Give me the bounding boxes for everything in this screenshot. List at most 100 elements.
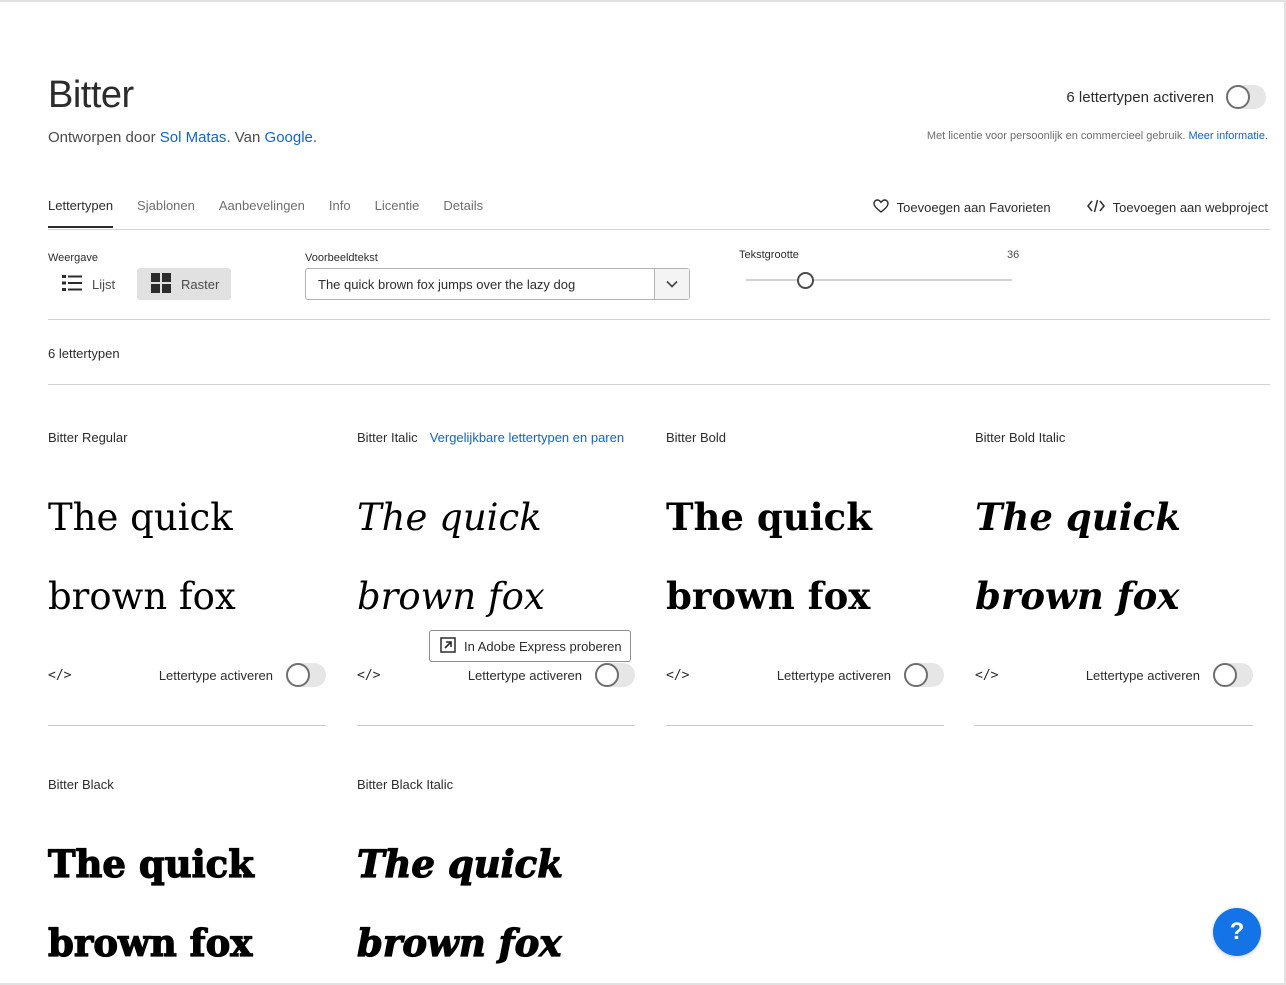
font-card-bitter-bold-italic: Bitter Bold Italic The quick brown fox <… bbox=[975, 430, 1253, 726]
help-button[interactable]: ? bbox=[1213, 908, 1261, 956]
tab-actions: Toevoegen aan Favorieten Toevoegen aan w… bbox=[872, 199, 1268, 216]
grid-icon bbox=[151, 272, 171, 296]
card-divider bbox=[666, 725, 944, 726]
font-specimen: The quick brown fox bbox=[666, 478, 944, 636]
similar-fonts-link[interactable]: Vergelijkbare lettertypen en paren bbox=[430, 430, 624, 445]
font-specimen: The quick brown fox bbox=[357, 478, 635, 636]
card-divider bbox=[48, 725, 326, 726]
add-favorites-label: Toevoegen aan Favorieten bbox=[896, 200, 1051, 215]
font-card-bitter-black: Bitter Black The quick brown fox bbox=[47, 777, 326, 983]
specimen-line-2: brown fox bbox=[356, 920, 562, 965]
list-icon bbox=[62, 274, 82, 295]
add-favorites-button[interactable]: Toevoegen aan Favorieten bbox=[872, 199, 1051, 216]
try-adobe-express-label: In Adobe Express proberen bbox=[464, 638, 622, 654]
view-label: Weergave bbox=[48, 252, 98, 264]
try-adobe-express-button[interactable]: In Adobe Express proberen bbox=[429, 630, 631, 662]
chevron-down-icon[interactable] bbox=[654, 269, 689, 299]
toggle-knob bbox=[286, 663, 310, 687]
font-count: 6 lettertypen bbox=[48, 346, 120, 361]
font-name: Bitter Italic bbox=[357, 430, 418, 445]
specimen-line-2: brown fox bbox=[975, 574, 1180, 618]
card-footer: </> Lettertype activeren bbox=[357, 662, 635, 688]
tab-aanbevelingen[interactable]: Aanbevelingen bbox=[219, 198, 305, 225]
activate-all-label: 6 lettertypen activeren bbox=[1066, 88, 1214, 106]
font-specimen: The quick brown fox bbox=[48, 478, 326, 636]
code-icon bbox=[1086, 199, 1105, 216]
card-divider bbox=[975, 725, 1253, 726]
activate-font-label: Lettertype activeren bbox=[158, 667, 273, 683]
card-footer: </> Lettertype activeren bbox=[975, 662, 1253, 688]
text-size-slider-track[interactable] bbox=[746, 279, 1012, 281]
byline-end: . bbox=[312, 129, 318, 146]
view-grid-button[interactable]: Raster bbox=[137, 268, 231, 300]
activate-font-control: Lettertype activeren bbox=[159, 663, 326, 687]
specimen-line-2: brown fox bbox=[357, 575, 545, 618]
text-size-label: Tekstgrootte bbox=[739, 249, 799, 261]
specimen-line-2: brown fox bbox=[47, 920, 253, 965]
designer-link[interactable]: Sol Matas bbox=[160, 129, 227, 146]
sample-text-select[interactable]: The quick brown fox jumps over the lazy … bbox=[305, 268, 690, 300]
embed-code-icon[interactable]: </> bbox=[975, 668, 998, 683]
specimen-line-1: The quick bbox=[356, 841, 563, 886]
page-title: Bitter bbox=[48, 74, 134, 116]
sample-text-value: The quick brown fox jumps over the lazy … bbox=[318, 276, 576, 292]
specimen-line-2: brown fox bbox=[48, 575, 236, 618]
font-card-bitter-black-italic: Bitter Black Italic The quick brown fox bbox=[356, 777, 635, 983]
embed-code-icon[interactable]: </> bbox=[357, 668, 380, 683]
activate-font-toggle[interactable] bbox=[1213, 663, 1253, 687]
add-webproject-label: Toevoegen aan webproject bbox=[1112, 200, 1268, 215]
tab-sjablonen[interactable]: Sjablonen bbox=[137, 198, 195, 225]
tab-info[interactable]: Info bbox=[329, 198, 351, 225]
card-footer: </> Lettertype activeren bbox=[48, 662, 326, 688]
font-specimen: The quick brown fox bbox=[975, 478, 1253, 636]
font-name: Bitter Bold Italic bbox=[975, 430, 1066, 445]
foundry-link[interactable]: Google bbox=[265, 129, 313, 146]
embed-code-icon[interactable]: </> bbox=[666, 668, 689, 683]
controls-divider bbox=[48, 319, 1270, 320]
specimen-line-1: The quick bbox=[47, 841, 254, 886]
activate-font-toggle[interactable] bbox=[595, 663, 635, 687]
activate-font-control: Lettertype activeren bbox=[1086, 663, 1253, 687]
activate-font-control: Lettertype activeren bbox=[777, 663, 944, 687]
toggle-knob bbox=[904, 663, 928, 687]
view-grid-label: Raster bbox=[181, 276, 220, 292]
add-webproject-button[interactable]: Toevoegen aan webproject bbox=[1086, 199, 1268, 216]
font-card-bitter-italic: Bitter Italic Vergelijkbare lettertypen e… bbox=[357, 430, 635, 726]
embed-code-icon[interactable]: </> bbox=[48, 668, 71, 683]
text-size-value: 36 bbox=[1007, 249, 1020, 261]
view-list-button[interactable]: Lijst bbox=[48, 268, 129, 300]
count-divider bbox=[48, 384, 1270, 385]
font-name: Bitter Bold bbox=[666, 430, 726, 445]
activate-font-toggle[interactable] bbox=[904, 663, 944, 687]
activate-font-label: Lettertype activeren bbox=[776, 667, 891, 683]
tab-licentie[interactable]: Licentie bbox=[375, 198, 420, 225]
tab-bar: Lettertypen Sjablonen Aanbevelingen Info… bbox=[48, 198, 507, 228]
tab-details[interactable]: Details bbox=[443, 198, 483, 225]
text-size-slider-handle[interactable] bbox=[797, 272, 814, 289]
specimen-line-1: The quick bbox=[666, 495, 872, 539]
font-card-bitter-regular: Bitter Regular The quick brown fox </> L… bbox=[48, 430, 326, 726]
specimen-line-1: The quick bbox=[357, 496, 542, 539]
view-list-label: Lijst bbox=[92, 276, 116, 292]
font-name: Bitter Regular bbox=[48, 430, 128, 445]
font-name: Bitter Black Italic bbox=[357, 777, 454, 792]
license-text: Met licentie voor persoonlijk en commerc… bbox=[926, 130, 1186, 142]
specimen-line-1: The quick bbox=[48, 496, 233, 539]
heart-icon bbox=[872, 199, 889, 216]
activate-font-label: Lettertype activeren bbox=[1085, 667, 1200, 683]
tabs-divider bbox=[48, 229, 1270, 230]
activate-all-toggle[interactable] bbox=[1226, 85, 1266, 109]
license-note: Met licentie voor persoonlijk en commerc… bbox=[927, 130, 1268, 142]
license-more-link[interactable]: Meer informatie. bbox=[1189, 130, 1268, 142]
activate-font-control: Lettertype activeren bbox=[468, 663, 635, 687]
font-specimen: The quick brown fox bbox=[47, 825, 326, 983]
tab-lettertypen[interactable]: Lettertypen bbox=[48, 198, 114, 228]
activate-font-toggle[interactable] bbox=[286, 663, 326, 687]
toggle-knob bbox=[1213, 663, 1237, 687]
font-card-bitter-bold: Bitter Bold The quick brown fox </> Lett… bbox=[666, 430, 944, 726]
specimen-line-1: The quick bbox=[975, 495, 1181, 539]
card-footer: </> Lettertype activeren bbox=[666, 662, 944, 688]
activate-all-control: 6 lettertypen activeren bbox=[1066, 85, 1266, 109]
sample-text-label: Voorbeeldtekst bbox=[305, 252, 378, 264]
byline-mid: . Van bbox=[226, 129, 265, 146]
